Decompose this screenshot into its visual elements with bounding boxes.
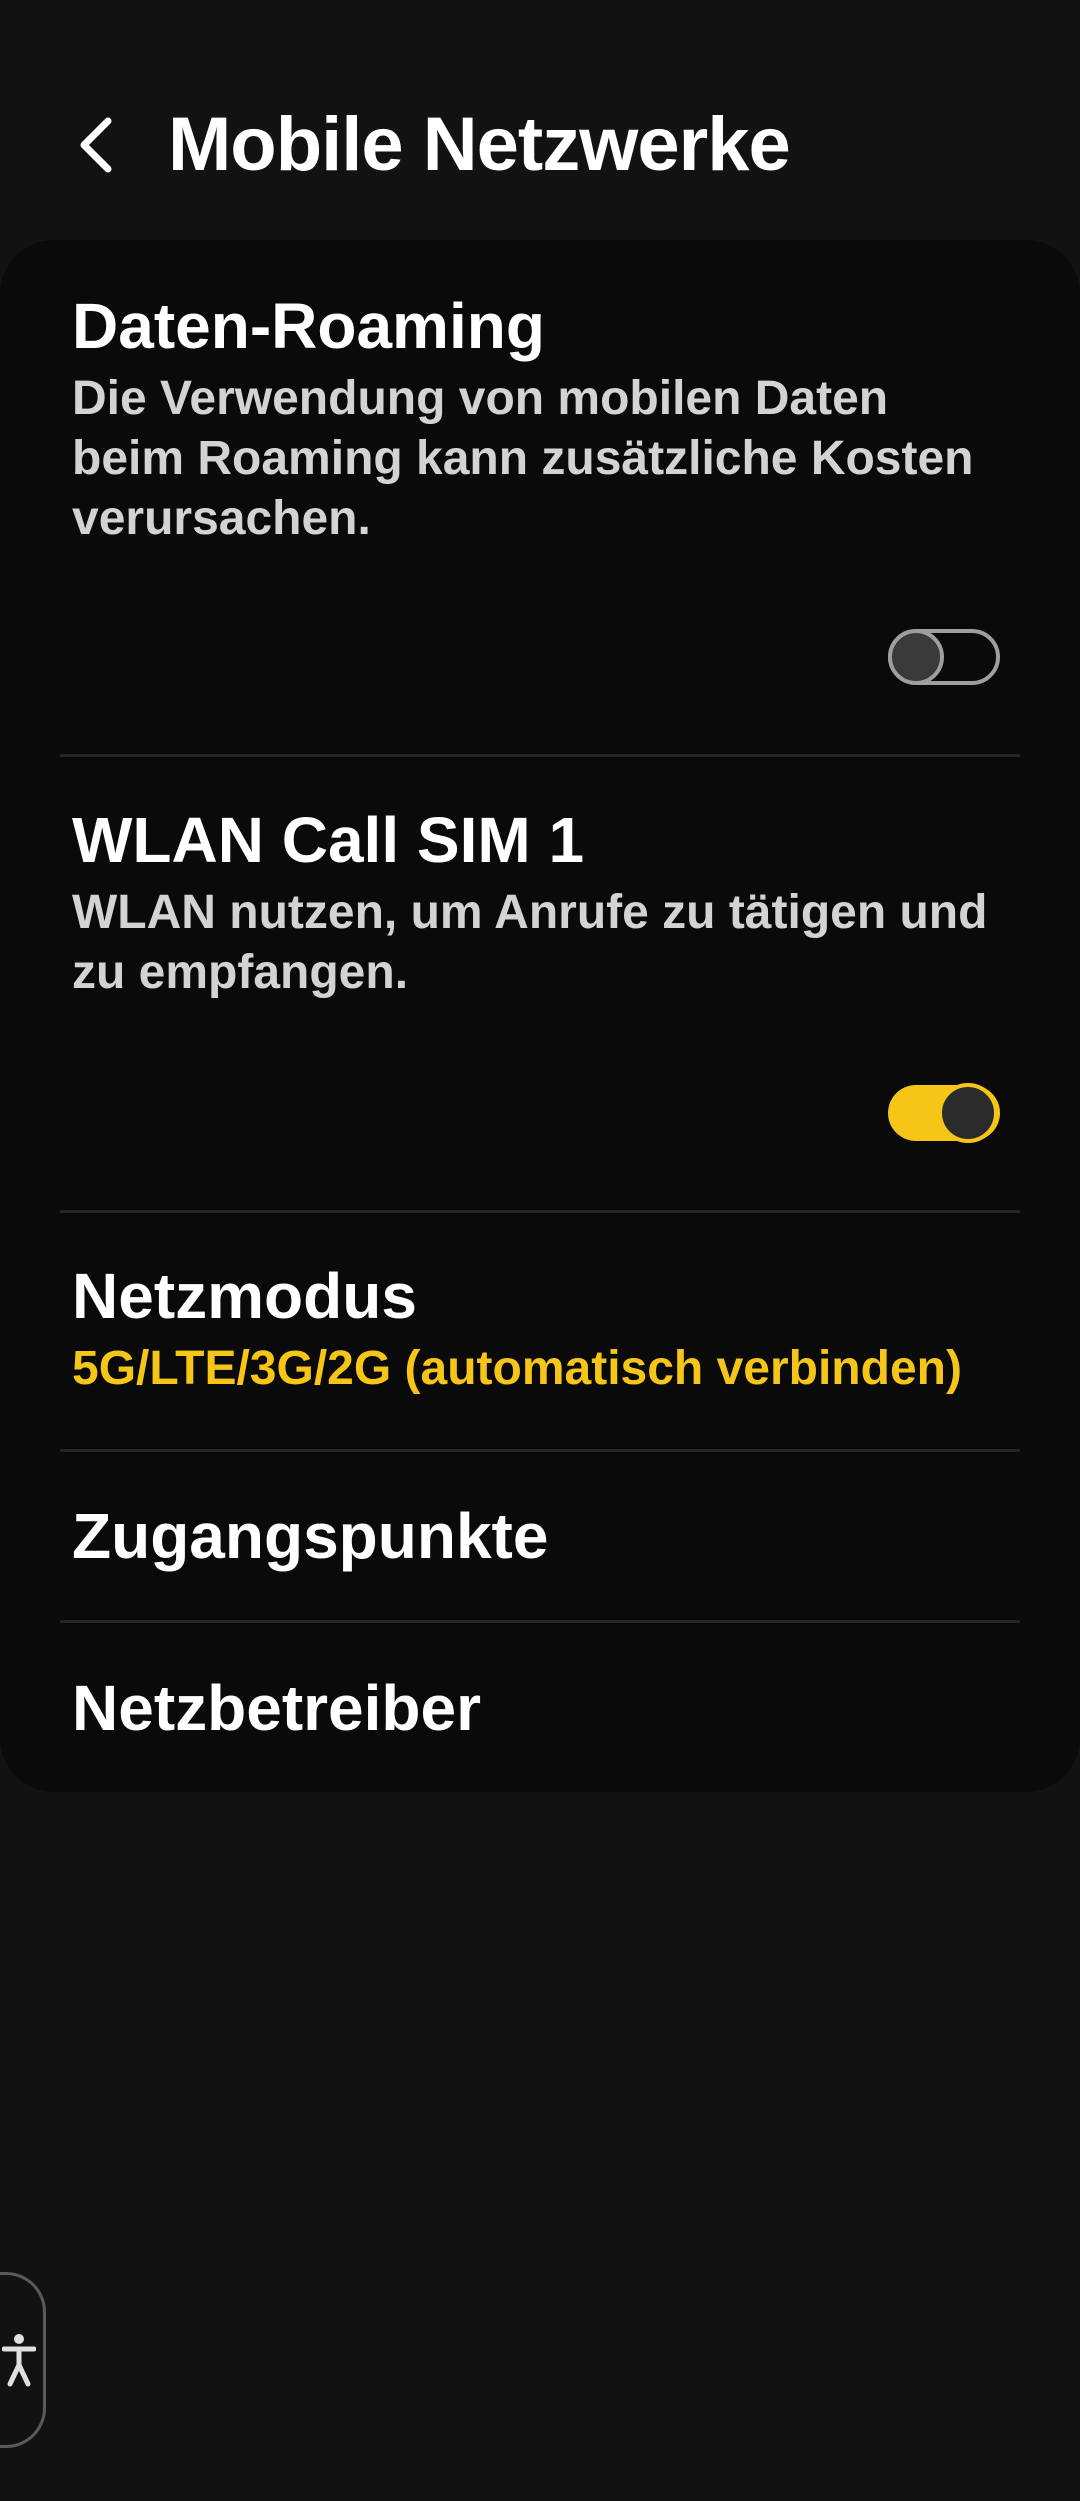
divider [60,754,1020,757]
mobile-networks-screen: Mobile Netzwerke Daten-Roaming Die Verwe… [0,0,1080,2501]
data-roaming-toggle[interactable] [888,629,1000,685]
page-title: Mobile Netzwerke [168,102,791,187]
setting-wlan-call[interactable]: WLAN Call SIM 1 WLAN nutzen, um Anrufe z… [72,802,1008,1003]
divider [60,1449,1020,1452]
wlan-call-toggle[interactable] [888,1083,1000,1143]
setting-data-roaming[interactable]: Daten-Roaming Die Verwendung von mobilen… [72,288,1008,549]
setting-network-mode[interactable]: Netzmodus 5G/LTE/3G/2G (automatisch verb… [72,1258,1008,1399]
setting-title: WLAN Call SIM 1 [72,804,585,876]
divider [60,1620,1020,1623]
toggle-thumb [888,629,944,685]
setting-network-operators[interactable]: Netzbetreiber [72,1670,1008,1747]
setting-title: Netzmodus [72,1260,417,1332]
setting-value: 5G/LTE/3G/2G (automatisch verbinden) [72,1341,962,1395]
setting-access-points[interactable]: Zugangspunkte [72,1498,1008,1575]
divider [60,1210,1020,1213]
setting-summary: WLAN nutzen, um Anrufe zu tätigen und zu… [72,885,988,999]
back-button[interactable] [58,107,134,183]
accessibility-button[interactable] [0,2272,46,2448]
app-bar: Mobile Netzwerke [0,85,1080,205]
setting-title: Zugangspunkte [72,1500,549,1572]
setting-title: Daten-Roaming [72,290,545,362]
setting-title: Netzbetreiber [72,1672,481,1744]
chevron-left-icon [80,117,112,173]
setting-summary: Die Verwendung von mobilen Daten beim Ro… [72,371,974,545]
settings-card: Daten-Roaming Die Verwendung von mobilen… [0,240,1080,1792]
accessibility-icon [1,2334,36,2387]
toggle-thumb [938,1083,998,1143]
